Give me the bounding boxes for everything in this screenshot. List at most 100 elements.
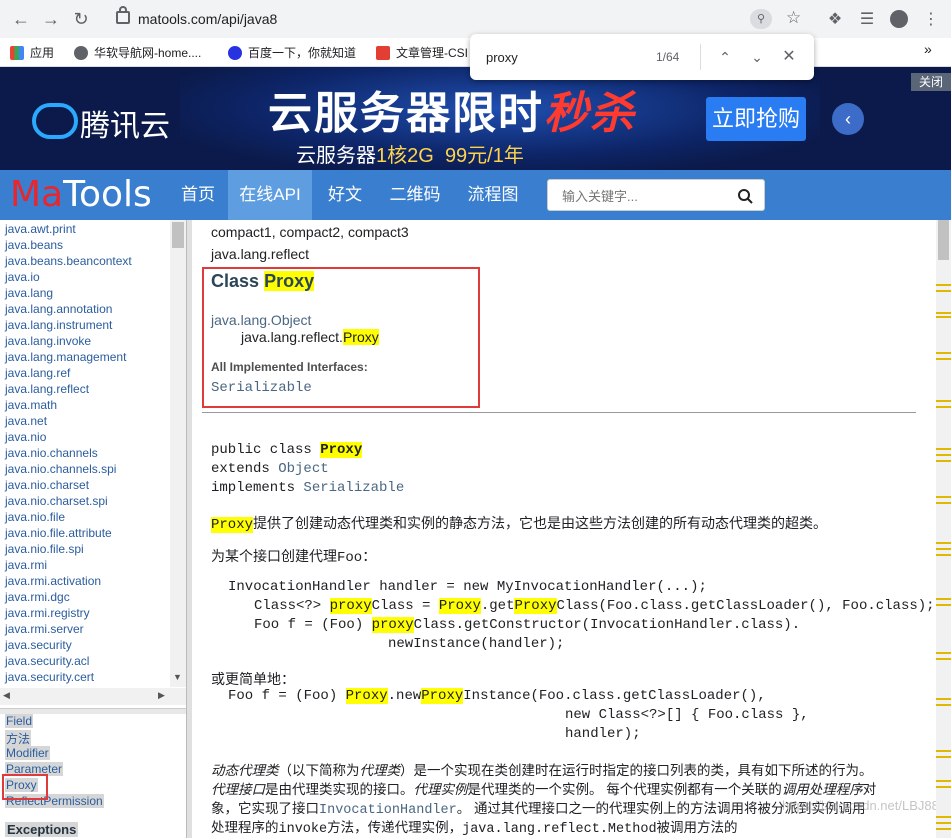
package-scroll-thumb[interactable] xyxy=(172,222,184,248)
ad-banner[interactable]: 腾讯云 云服务器限时秒杀 云服务器1核2G 99元/1年 立即抢购 ‹ 关闭 xyxy=(0,67,951,170)
package-list-scrollbar[interactable]: ▼ xyxy=(170,220,186,687)
scroll-down-arrow-icon[interactable]: ▼ xyxy=(173,672,182,682)
scroll-left-arrow-icon[interactable]: ◀ xyxy=(3,690,10,701)
nav-qrcode[interactable]: 二维码 xyxy=(382,170,448,220)
package-link[interactable]: java.lang.instrument xyxy=(5,318,112,332)
find-in-page-icon[interactable]: ⚲ xyxy=(750,9,772,29)
find-match-marker xyxy=(936,312,951,314)
package-link[interactable]: java.lang.ref xyxy=(5,366,70,380)
package-link[interactable]: java.math xyxy=(5,398,57,412)
package-link[interactable]: java.rmi.server xyxy=(5,622,84,636)
package-link[interactable]: java.lang.invoke xyxy=(5,334,91,348)
decl-line-1: public class Proxy xyxy=(211,442,363,458)
page-scrollbar[interactable] xyxy=(936,220,951,838)
find-match-count: 1/64 xyxy=(656,50,680,64)
scroll-right-arrow-icon[interactable]: ▶ xyxy=(158,690,165,701)
profiles-text: compact1, compact2, compact3 xyxy=(211,224,409,240)
package-link[interactable]: java.security.cert xyxy=(5,670,94,684)
class-link[interactable]: Modifier xyxy=(5,746,50,760)
find-match-marker xyxy=(936,400,951,402)
banner-subline: 云服务器1核2G 99元/1年 xyxy=(296,145,524,167)
bookmark-csdn[interactable]: 文章管理-CSI xyxy=(376,44,468,61)
package-link[interactable]: java.nio.charset xyxy=(5,478,89,492)
address-url[interactable]: matools.com/api/java8 xyxy=(138,11,277,27)
package-link[interactable]: java.nio.charset.spi xyxy=(5,494,108,508)
banner-prev-chevron-icon[interactable]: ‹ xyxy=(832,103,864,135)
banner-brand: 腾讯云 xyxy=(80,110,170,143)
class-link[interactable]: Field xyxy=(5,714,34,728)
find-next-chevron-down-icon[interactable]: ⌄ xyxy=(746,46,768,68)
create-proxy-intro: 为某个接口创建代理Foo： xyxy=(211,548,377,566)
banner-close-button[interactable]: 关闭 xyxy=(911,73,951,91)
find-match-marker xyxy=(936,290,951,292)
find-prev-chevron-up-icon[interactable]: ⌃ xyxy=(714,46,736,68)
bookmark-baidu[interactable]: 百度一下，你就知道 xyxy=(228,44,356,61)
package-link[interactable]: java.awt.print xyxy=(5,222,76,236)
package-link[interactable]: java.nio.file xyxy=(5,510,65,524)
csdn-watermark: https://blog.csdn.net/LBJ888888 xyxy=(782,798,936,813)
package-link[interactable]: java.nio.file.spi xyxy=(5,542,84,556)
find-match-marker xyxy=(936,358,951,360)
package-link[interactable]: java.io xyxy=(5,270,40,284)
nav-articles[interactable]: 好文 xyxy=(316,170,374,220)
find-close-icon[interactable]: ✕ xyxy=(778,46,800,68)
find-match-marker xyxy=(936,554,951,556)
page-scroll-thumb[interactable] xyxy=(938,220,949,260)
package-link[interactable]: java.security.acl xyxy=(5,654,89,668)
package-link[interactable]: java.rmi.registry xyxy=(5,606,90,620)
code-line-6: new Class<?>[] { Foo.class }, xyxy=(565,707,809,723)
package-link[interactable]: java.lang xyxy=(5,286,53,300)
package-link[interactable]: java.nio.file.attribute xyxy=(5,526,112,540)
extensions-puzzle-icon[interactable]: ❖ xyxy=(824,8,846,30)
reload-icon[interactable]: ↻ xyxy=(66,4,96,34)
site-nav: MaTools 首页 在线API 好文 二维码 流程图 xyxy=(0,170,951,220)
find-divider xyxy=(700,44,701,70)
find-match-marker xyxy=(936,756,951,758)
nav-online-api[interactable]: 在线API xyxy=(228,170,312,220)
site-search-button[interactable] xyxy=(725,179,765,211)
package-link[interactable]: java.beans.beancontext xyxy=(5,254,132,268)
para-line-1: 动态代理类（以下简称为代理类）是一个实现在类创建时在运行时指定的接口列表的类，具… xyxy=(211,763,873,778)
package-link[interactable]: java.lang.annotation xyxy=(5,302,112,316)
simpler-intro: 或更简单地： xyxy=(211,671,295,687)
nav-home[interactable]: 首页 xyxy=(168,170,228,220)
package-link[interactable]: java.rmi xyxy=(5,558,47,572)
bookmark-huaruan[interactable]: 华软导航网-home.... xyxy=(74,44,201,61)
more-bookmarks-icon[interactable]: » xyxy=(924,41,932,57)
find-match-marker xyxy=(936,604,951,606)
package-link[interactable]: java.net xyxy=(5,414,47,428)
package-link[interactable]: java.beans xyxy=(5,238,63,252)
banner-cta-button[interactable]: 立即抢购 xyxy=(706,97,806,141)
package-list-hscrollbar[interactable]: ◀ ▶ xyxy=(0,688,186,705)
find-match-marker xyxy=(936,548,951,550)
bookmark-star-icon[interactable]: ☆ xyxy=(786,8,801,28)
package-link[interactable]: java.security xyxy=(5,638,72,652)
package-link[interactable]: java.nio xyxy=(5,430,46,444)
class-link[interactable]: 方法 xyxy=(5,730,32,747)
exceptions-heading: Exceptions xyxy=(5,822,79,837)
para-line-4: 处理程序的invoke方法，传递代理实例，java.lang.reflect.M… xyxy=(211,820,738,837)
find-input[interactable]: proxy xyxy=(486,50,518,65)
media-queue-icon[interactable]: ☰ xyxy=(856,8,878,30)
bookmark-apps[interactable]: 应用 xyxy=(10,44,54,61)
package-link[interactable]: java.nio.channels xyxy=(5,446,98,460)
find-match-marker xyxy=(936,822,951,824)
site-search-input[interactable] xyxy=(560,182,724,210)
package-link[interactable]: java.lang.reflect xyxy=(5,382,89,396)
package-link[interactable]: java.nio.channels.spi xyxy=(5,462,116,476)
package-link[interactable]: java.rmi.dgc xyxy=(5,590,70,604)
nav-flowchart[interactable]: 流程图 xyxy=(458,170,528,220)
menu-kebab-icon[interactable]: ⋮ xyxy=(920,8,942,30)
forward-arrow-icon[interactable]: → xyxy=(36,4,66,34)
para-line-3: 象，它实现了接口InvocationHandler。 通过其代理接口之一的代理实… xyxy=(211,801,866,818)
package-list: java.awt.print java.beans java.beans.beanc… xyxy=(0,220,186,707)
address-bar[interactable]: matools.com/api/java8 ⚲ ☆ xyxy=(104,4,816,34)
profile-avatar-icon[interactable] xyxy=(888,8,910,30)
package-link[interactable]: java.lang.management xyxy=(5,350,126,364)
back-arrow-icon[interactable]: ← xyxy=(6,4,36,34)
find-match-marker xyxy=(936,502,951,504)
find-match-marker xyxy=(936,828,951,830)
site-logo[interactable]: MaTools xyxy=(10,174,152,215)
package-link[interactable]: java.rmi.activation xyxy=(5,574,101,588)
find-match-marker xyxy=(936,780,951,782)
